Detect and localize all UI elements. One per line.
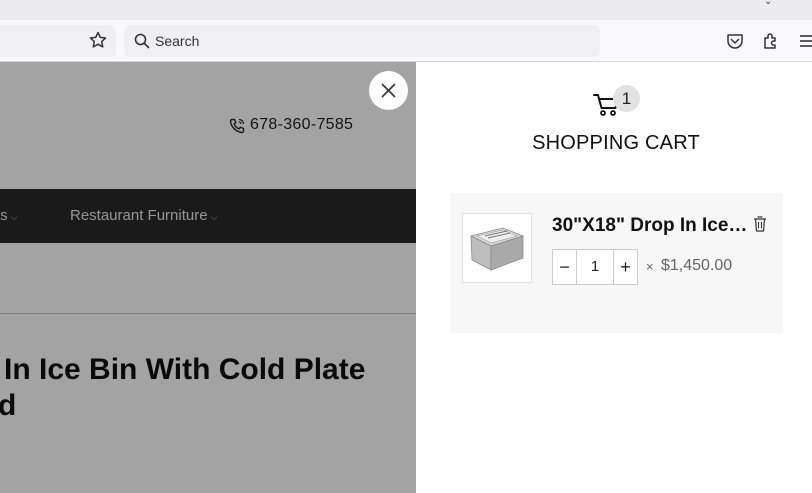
browser-toolbar: Search xyxy=(0,20,812,62)
cart-item: 30"X18" Drop In Ice ... − 1 + × $1,450.0… xyxy=(450,193,783,333)
chevron-down-icon[interactable]: ⌄ xyxy=(764,0,772,7)
cart-item-price: $1,450.00 xyxy=(661,257,733,274)
search-icon xyxy=(134,33,150,49)
multiply-sign: × xyxy=(646,259,654,274)
cart-drawer: 1 SHOPPING CART 30"X18" Drop In Ice ... … xyxy=(416,62,812,493)
browser-tab-strip: ⌄ xyxy=(0,0,812,20)
decrease-quantity-button[interactable]: − xyxy=(553,250,577,284)
trash-icon[interactable] xyxy=(752,215,768,233)
close-icon xyxy=(381,83,396,98)
close-cart-button[interactable] xyxy=(369,71,408,110)
cart-count-badge: 1 xyxy=(613,85,640,112)
extensions-icon[interactable] xyxy=(761,31,781,51)
search-placeholder: Search xyxy=(155,33,200,49)
pocket-icon[interactable] xyxy=(725,31,745,51)
bookmark-star-icon[interactable] xyxy=(88,30,108,50)
product-thumbnail[interactable] xyxy=(462,213,532,283)
search-bar[interactable]: Search xyxy=(124,25,600,57)
modal-overlay[interactable] xyxy=(0,62,416,493)
ice-bin-image xyxy=(469,227,525,271)
increase-quantity-button[interactable]: + xyxy=(613,250,637,284)
cart-title: SHOPPING CART xyxy=(532,132,700,154)
menu-icon[interactable] xyxy=(797,31,812,51)
quantity-stepper: − 1 + xyxy=(552,249,638,285)
quantity-input[interactable]: 1 xyxy=(577,250,613,284)
product-page: 678-360-7585 ts⌵ Restaurant Furniture⌵ I… xyxy=(0,62,416,493)
cart-item-name[interactable]: 30"X18" Drop In Ice ... xyxy=(552,215,748,237)
